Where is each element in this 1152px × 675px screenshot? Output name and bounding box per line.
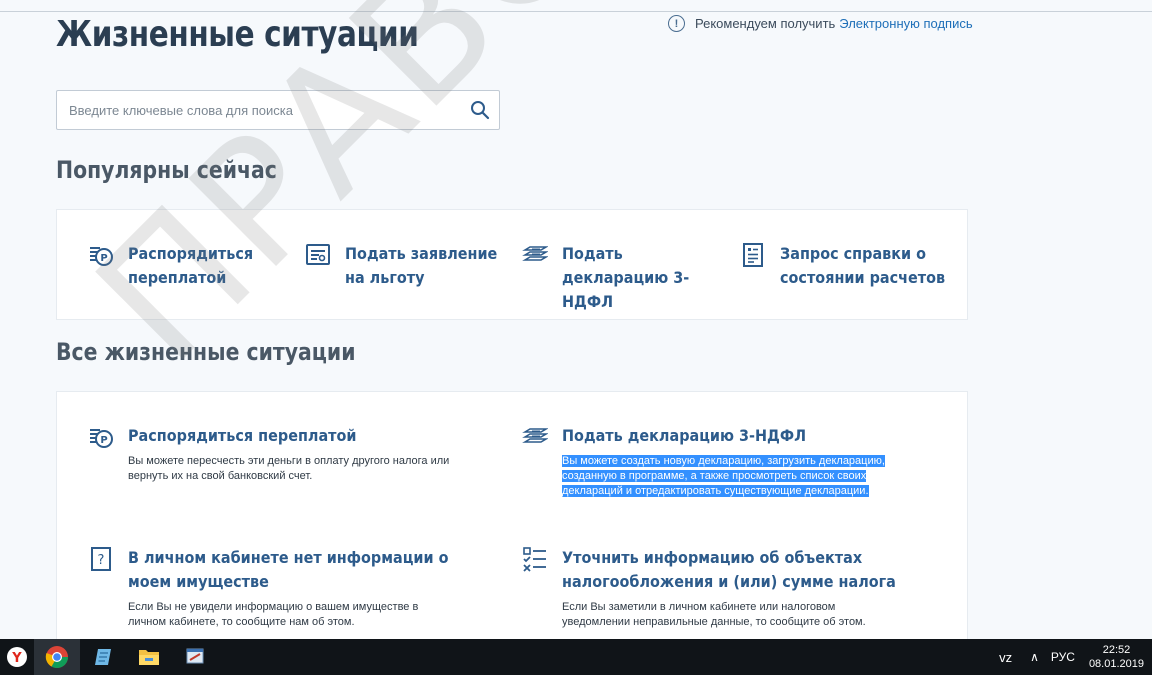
- all-section-title: Все жизненные ситуации: [56, 338, 356, 366]
- svg-text:Y: Y: [11, 651, 22, 666]
- popular-item-label: Распорядиться переплатой: [128, 244, 254, 287]
- notepad-icon: [95, 649, 111, 665]
- ruble-coins-icon: P: [90, 429, 113, 448]
- notepad-button[interactable]: [80, 639, 126, 675]
- situation-clarify-info[interactable]: Уточнить информацию об объектах налогооб…: [522, 546, 952, 630]
- people-icon[interactable]: ᴠᴢ: [999, 650, 1012, 665]
- document-list-icon: [743, 243, 763, 267]
- declaration-stack-icon: [522, 246, 548, 261]
- top-divider: [0, 11, 1152, 12]
- clock[interactable]: 22:52 08.01.2019: [1089, 643, 1144, 671]
- situation-title: Распорядиться переплатой: [128, 426, 357, 445]
- file-explorer-icon: [139, 650, 159, 665]
- notice-text: Рекомендуем получить: [695, 16, 836, 31]
- popular-item-certificate[interactable]: Запрос справки о состоянии расчетов: [740, 242, 970, 290]
- popular-item-overpayment[interactable]: P Распорядиться переплатой: [88, 242, 318, 290]
- search-icon[interactable]: [470, 100, 490, 120]
- page-title: Жизненные ситуации: [56, 14, 419, 55]
- all-situations-card: P Распорядиться переплатой Вы можете пер…: [56, 391, 968, 651]
- popular-item-label: Запрос справки о состоянии расчетов: [780, 244, 946, 287]
- info-icon: !: [668, 15, 685, 32]
- file-explorer-button[interactable]: [126, 639, 172, 675]
- checklist-icon: [523, 547, 546, 572]
- popular-item-declaration[interactable]: Подать декларацию 3-НДФЛ: [522, 242, 752, 314]
- situation-description: Если Вы заметили в личном кабинете или н…: [562, 601, 866, 628]
- situation-title: В личном кабинете нет информации о моем …: [128, 548, 449, 591]
- chrome-button[interactable]: [34, 639, 80, 675]
- yandex-browser-icon: Y: [7, 647, 27, 667]
- svg-text:P: P: [100, 435, 107, 446]
- popular-section-title: Популярны сейчас: [56, 156, 277, 184]
- electronic-signature-link[interactable]: Электронную подпись: [839, 16, 972, 31]
- taskbar: Y ᴠᴢ ∧ РУС 22:52 08.01.2019: [0, 639, 1152, 675]
- clock-date: 08.01.2019: [1088, 658, 1144, 670]
- situation-title: Подать декларацию 3-НДФЛ: [562, 426, 807, 445]
- situation-description-wrapper: Вы можете создать новую декларацию, загр…: [562, 454, 892, 499]
- situation-description-selected: Вы можете создать новую декларацию, загр…: [562, 455, 885, 497]
- question-icon: ?: [91, 547, 111, 571]
- declaration-stack-icon: [522, 428, 548, 443]
- situation-description: Если Вы не увидели информацию о вашем им…: [128, 601, 419, 628]
- svg-text:P: P: [100, 253, 107, 264]
- app-window-icon: [186, 648, 204, 664]
- situation-no-property-info[interactable]: ? В личном кабинете нет информации о мое…: [88, 546, 518, 630]
- situation-overpayment[interactable]: P Распорядиться переплатой Вы можете пер…: [88, 424, 518, 484]
- yandex-browser-button[interactable]: Y: [0, 639, 34, 675]
- situation-declaration[interactable]: Подать декларацию 3-НДФЛ Вы можете созда…: [522, 424, 952, 499]
- chrome-icon: [45, 646, 68, 668]
- popular-item-benefit[interactable]: Подать заявление на льготу: [305, 242, 535, 290]
- signature-notice: ! Рекомендуем получить Электронную подпи…: [668, 15, 973, 32]
- clock-time: 22:52: [1102, 644, 1131, 656]
- system-tray: ᴠᴢ ∧ РУС 22:52 08.01.2019: [999, 639, 1152, 675]
- app-window-button[interactable]: [172, 639, 218, 675]
- popular-item-label: Подать декларацию 3-НДФЛ: [562, 244, 690, 311]
- search-input[interactable]: [57, 91, 447, 129]
- chevron-up-icon[interactable]: ∧: [1030, 650, 1039, 664]
- situation-title: Уточнить информацию об объектах налогооб…: [562, 548, 896, 591]
- svg-text:?: ?: [98, 553, 105, 568]
- ruble-coins-icon: P: [90, 247, 113, 266]
- popular-card: P Распорядиться переплатой Подать заявле…: [56, 209, 968, 320]
- situation-description: Вы можете пересчесть эти деньги в оплату…: [128, 455, 450, 482]
- search-box: [56, 90, 500, 130]
- language-indicator[interactable]: РУС: [1051, 650, 1075, 664]
- document-form-icon: [306, 244, 330, 265]
- popular-item-label: Подать заявление на льготу: [345, 244, 498, 287]
